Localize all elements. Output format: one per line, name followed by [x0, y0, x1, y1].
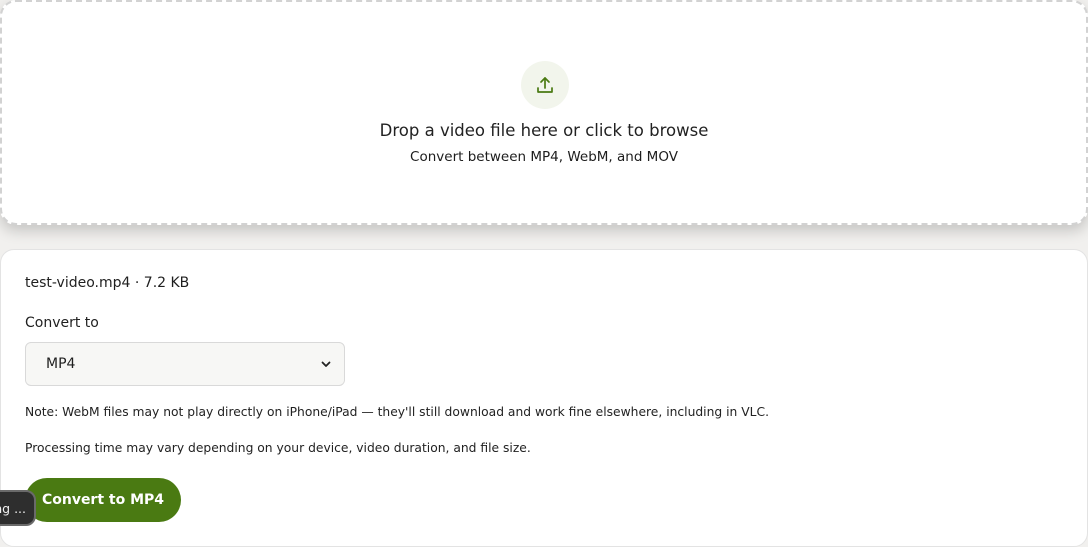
upload-icon — [521, 61, 569, 109]
file-info: test-video.mp4 · 7.2 KB — [25, 275, 190, 291]
processing-note: Processing time may vary depending on yo… — [25, 441, 531, 455]
status-toast: ng ... — [0, 490, 36, 526]
dropzone-title: Drop a video file here or click to brows… — [379, 121, 709, 140]
convert-button[interactable]: Convert to MP4 — [25, 478, 181, 522]
chevron-down-icon — [320, 355, 332, 374]
format-select[interactable]: MP4 — [25, 342, 345, 386]
file-dropzone[interactable]: Drop a video file here or click to brows… — [0, 0, 1088, 225]
format-select-value: MP4 — [46, 356, 76, 372]
dropzone-subtitle: Convert between MP4, WebM, and MOV — [410, 149, 678, 165]
webm-note: Note: WebM files may not play directly o… — [25, 405, 769, 419]
convert-to-label: Convert to — [25, 315, 99, 331]
